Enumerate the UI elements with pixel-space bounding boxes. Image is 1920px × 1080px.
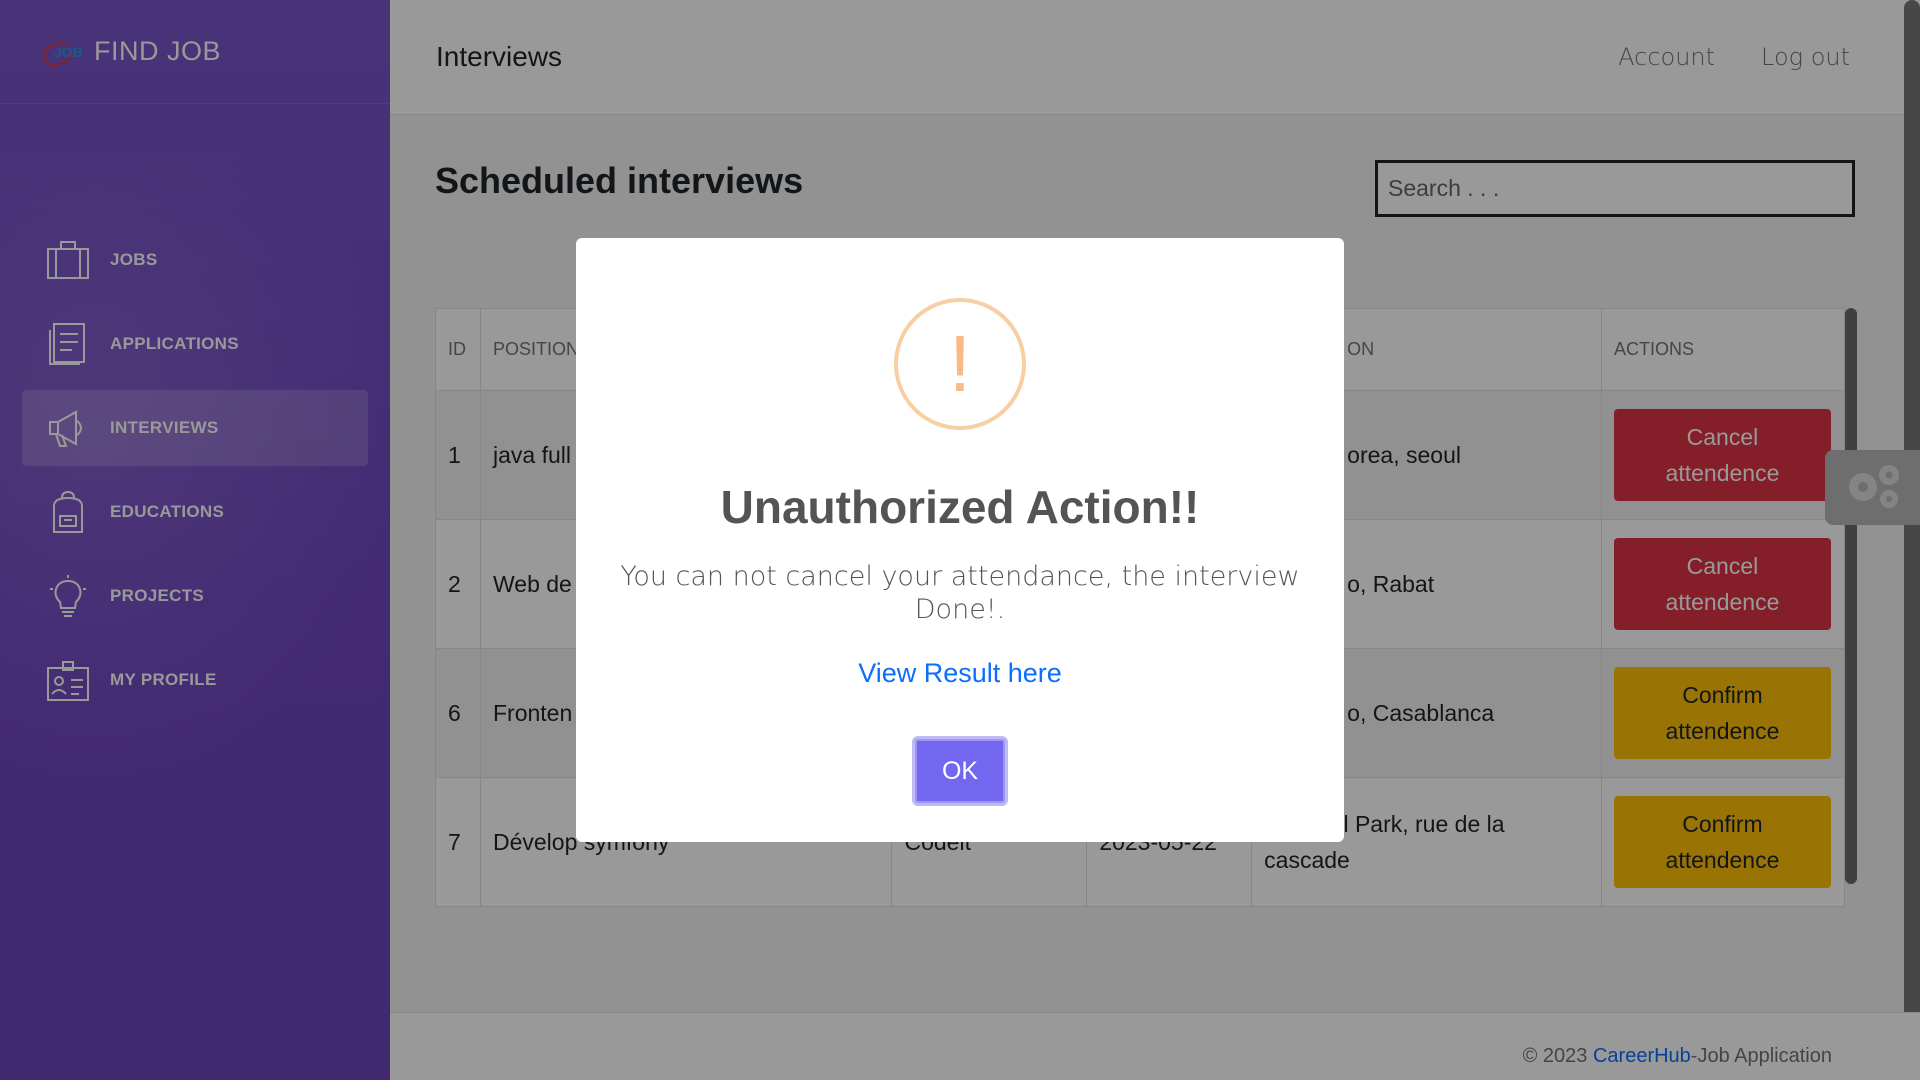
warning-mark: ! (948, 319, 972, 408)
ok-button[interactable]: OK (912, 736, 1008, 806)
warning-icon: ! (894, 298, 1026, 430)
dialog-message: You can not cancel your attendance, the … (620, 561, 1300, 625)
alert-dialog: ! Unauthorized Action!! You can not canc… (576, 238, 1344, 842)
view-result-link[interactable]: View Result here (576, 658, 1344, 689)
dialog-title: Unauthorized Action!! (720, 481, 1200, 533)
